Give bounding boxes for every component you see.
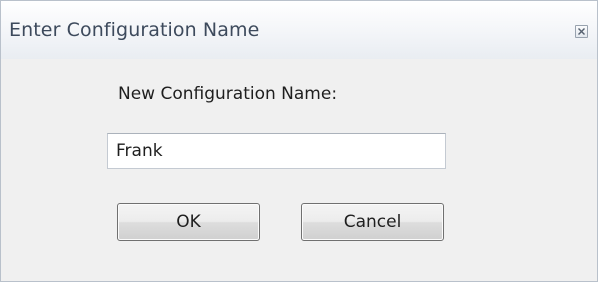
configuration-name-input[interactable] (107, 133, 446, 169)
configuration-name-dialog: Enter Configuration Name New Configurati… (0, 0, 598, 282)
dialog-title: Enter Configuration Name (9, 19, 260, 41)
close-button[interactable] (575, 25, 588, 38)
configuration-name-label: New Configuration Name: (118, 84, 338, 104)
close-icon (578, 28, 585, 35)
title-bar[interactable]: Enter Configuration Name (1, 1, 597, 59)
ok-button[interactable]: OK (117, 203, 260, 241)
dialog-body: New Configuration Name: OK Cancel (1, 59, 597, 281)
cancel-button[interactable]: Cancel (301, 203, 444, 241)
